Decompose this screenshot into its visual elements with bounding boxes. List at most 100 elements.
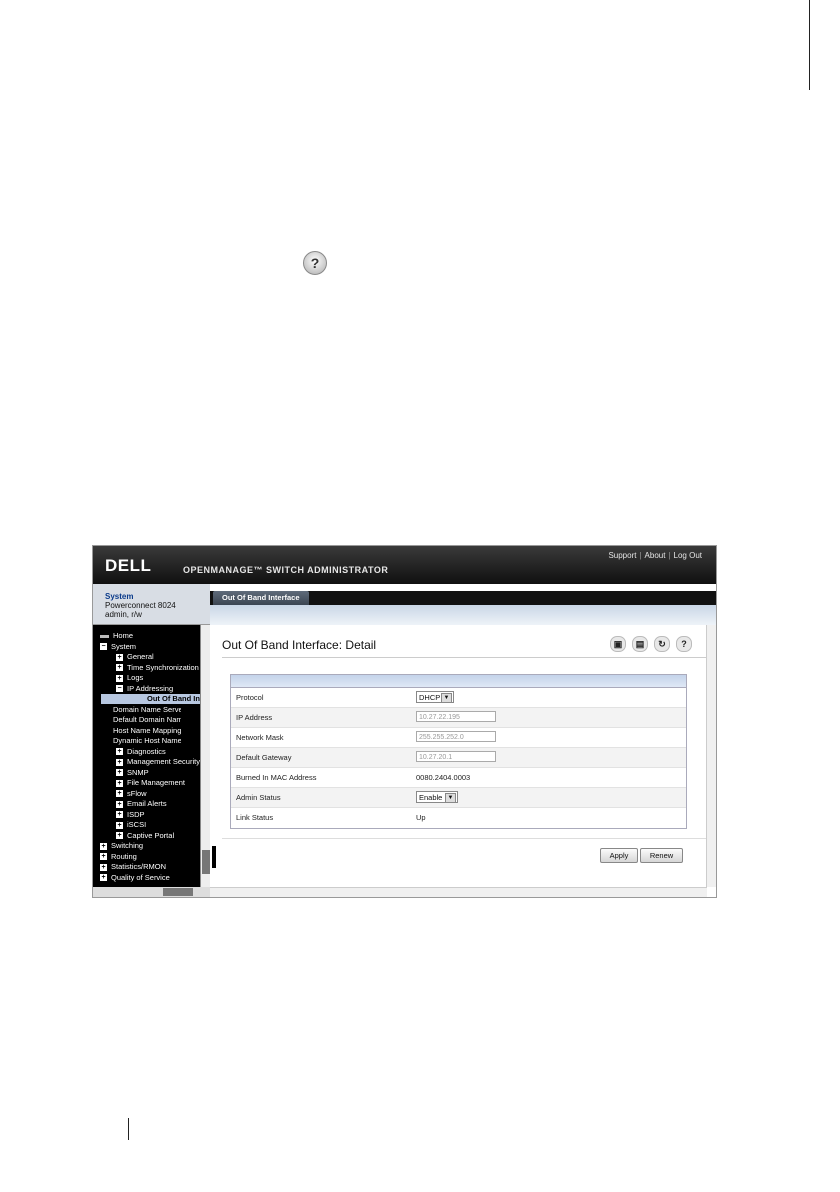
nav-item-quality-of-service[interactable]: + Quality of Service bbox=[100, 873, 200, 883]
nav-item-time-synchronization[interactable]: + Time Synchronization bbox=[116, 663, 200, 673]
nav-item-label: Quality of Service bbox=[111, 872, 170, 882]
expand-icon[interactable]: + bbox=[116, 821, 123, 829]
pane-splitter[interactable] bbox=[212, 846, 216, 868]
nav-item-system[interactable]: − System bbox=[100, 642, 200, 652]
burned-mac-value: 0080.2404.0003 bbox=[416, 773, 471, 782]
nav-item-out-of-band-interface[interactable]: Out Of Band Interface bbox=[101, 694, 201, 704]
refresh-icon[interactable]: ↻ bbox=[654, 636, 670, 652]
row-admin-status: Admin Status Enable ▼ bbox=[231, 788, 686, 808]
network-mask-input[interactable]: 255.255.252.0 bbox=[416, 731, 496, 742]
protocol-label: Protocol bbox=[236, 693, 264, 702]
nav-item-label: SNMP bbox=[127, 767, 149, 777]
default-gateway-input[interactable]: 10.27.20.1 bbox=[416, 751, 496, 762]
content-area: Out Of Band Interface: Detail ▣ ▤ ↻ ? Pr… bbox=[210, 625, 716, 897]
row-burned-mac: Burned In MAC Address 0080.2404.0003 bbox=[231, 768, 686, 788]
nav-item-management-security[interactable]: + Management Security bbox=[116, 757, 200, 767]
help-button-icon[interactable]: ? bbox=[676, 636, 692, 652]
expand-icon[interactable]: + bbox=[100, 853, 107, 861]
nav-horizontal-scrollbar[interactable] bbox=[93, 887, 210, 897]
nav-item-label: sFlow bbox=[127, 788, 147, 798]
nav-item-label: Default Domain Name bbox=[113, 715, 181, 725]
support-link[interactable]: Support bbox=[608, 551, 636, 560]
nav-item-home[interactable]: Home bbox=[100, 631, 200, 641]
apply-button[interactable]: Apply bbox=[600, 848, 638, 863]
expand-icon[interactable]: + bbox=[116, 769, 123, 777]
link-status-value: Up bbox=[416, 813, 426, 822]
nav-item-label: IP Addressing bbox=[127, 683, 174, 693]
nav-item-email-alerts[interactable]: + Email Alerts bbox=[116, 799, 200, 809]
nav-item-captive-portal[interactable]: + Captive Portal bbox=[116, 831, 200, 841]
chevron-down-icon: ▼ bbox=[445, 793, 456, 803]
protocol-select[interactable]: DHCP ▼ bbox=[416, 691, 454, 703]
help-icon: ? bbox=[302, 250, 328, 276]
nav-item-label: Email Alerts bbox=[127, 799, 167, 809]
nav-item-sflow[interactable]: + sFlow bbox=[116, 789, 200, 799]
nav-item-label: ISDP bbox=[127, 809, 145, 819]
expand-icon[interactable]: + bbox=[116, 790, 123, 798]
nav-item-label: Routing bbox=[111, 851, 137, 861]
nav-item-label: Diagnostics bbox=[127, 746, 166, 756]
expand-icon[interactable]: + bbox=[100, 874, 107, 882]
admin-status-label: Admin Status bbox=[236, 793, 281, 802]
renew-button[interactable]: Renew bbox=[640, 848, 683, 863]
device-name: Powerconnect 8024 bbox=[105, 601, 176, 610]
navigation-tree: Home − System + General + Time Synchronization… bbox=[93, 625, 210, 897]
nav-item-diagnostics[interactable]: + Diagnostics bbox=[116, 747, 200, 757]
nav-item-iscsi[interactable]: + iSCSI bbox=[116, 820, 200, 830]
content-horizontal-scrollbar[interactable] bbox=[210, 887, 707, 897]
nav-item-switching[interactable]: + Switching bbox=[100, 841, 200, 851]
nav-item-domain-name-server[interactable]: Domain Name Server bbox=[113, 705, 181, 715]
dell-logo: DELL bbox=[105, 556, 152, 575]
nav-item-statistics-rmon[interactable]: + Statistics/RMON bbox=[100, 862, 200, 872]
expand-icon[interactable]: + bbox=[116, 664, 123, 672]
ip-address-input[interactable]: 10.27.22.195 bbox=[416, 711, 496, 722]
tab-bar: Out Of Band Interface bbox=[210, 584, 716, 625]
expand-icon[interactable]: + bbox=[116, 811, 123, 819]
save-icon[interactable]: ▣ bbox=[610, 636, 626, 652]
collapse-icon[interactable]: − bbox=[116, 685, 123, 693]
nav-item-label: Switching bbox=[111, 841, 144, 851]
system-title: System bbox=[105, 592, 134, 601]
nav-item-isdp[interactable]: + ISDP bbox=[116, 810, 200, 820]
expand-icon[interactable]: + bbox=[100, 863, 107, 871]
chevron-down-icon: ▼ bbox=[441, 693, 452, 703]
nav-item-dynamic-host-name[interactable]: Dynamic Host Name bbox=[113, 736, 181, 746]
header-bar: DELL OPENMANAGE™ SWITCH ADMINISTRATOR Su… bbox=[93, 546, 716, 584]
link-status-label: Link Status bbox=[236, 813, 274, 822]
home-icon[interactable] bbox=[100, 634, 109, 638]
nav-item-snmp[interactable]: + SNMP bbox=[116, 768, 200, 778]
nav-item-host-name-mapping[interactable]: Host Name Mapping bbox=[113, 726, 181, 736]
nav-item-label: Out Of Band Interface bbox=[147, 694, 201, 704]
product-name: OPENMANAGE™ SWITCH ADMINISTRATOR bbox=[183, 565, 389, 575]
expand-icon[interactable]: + bbox=[116, 832, 123, 840]
expand-icon[interactable]: + bbox=[116, 800, 123, 808]
nav-item-label: Dynamic Host Name bbox=[113, 736, 181, 746]
expand-icon[interactable]: + bbox=[116, 779, 123, 787]
nav-item-label: Domain Name Server bbox=[113, 704, 181, 714]
about-link[interactable]: About bbox=[645, 551, 666, 560]
nav-item-default-domain-name[interactable]: Default Domain Name bbox=[113, 715, 181, 725]
nav-item-general[interactable]: + General bbox=[116, 652, 200, 662]
print-icon[interactable]: ▤ bbox=[632, 636, 648, 652]
system-info: System Powerconnect 8024 admin, r/w bbox=[93, 584, 210, 625]
expand-icon[interactable]: + bbox=[116, 653, 123, 661]
logout-link[interactable]: Log Out bbox=[674, 551, 702, 560]
nav-item-label: Management Security bbox=[127, 757, 200, 767]
nav-item-logs[interactable]: + Logs bbox=[116, 673, 200, 683]
nav-item-label: System bbox=[111, 641, 137, 651]
nav-item-routing[interactable]: + Routing bbox=[100, 852, 200, 862]
user-info: admin, r/w bbox=[105, 610, 142, 619]
expand-icon[interactable]: + bbox=[116, 748, 123, 756]
nav-item-label: Logs bbox=[127, 673, 144, 683]
expand-icon[interactable]: + bbox=[116, 674, 123, 682]
tab-out-of-band-interface[interactable]: Out Of Band Interface bbox=[213, 591, 309, 605]
expand-icon[interactable]: + bbox=[116, 758, 123, 766]
collapse-icon[interactable]: − bbox=[100, 643, 107, 651]
admin-status-select[interactable]: Enable ▼ bbox=[416, 791, 458, 803]
switch-admin-screenshot: DELL OPENMANAGE™ SWITCH ADMINISTRATOR Su… bbox=[93, 546, 716, 897]
content-vertical-scrollbar[interactable] bbox=[706, 625, 716, 887]
expand-icon[interactable]: + bbox=[100, 842, 107, 850]
default-gateway-label: Default Gateway bbox=[236, 753, 292, 762]
nav-item-file-management[interactable]: + File Management bbox=[116, 778, 200, 788]
nav-item-ip-addressing[interactable]: − IP Addressing bbox=[116, 684, 200, 694]
